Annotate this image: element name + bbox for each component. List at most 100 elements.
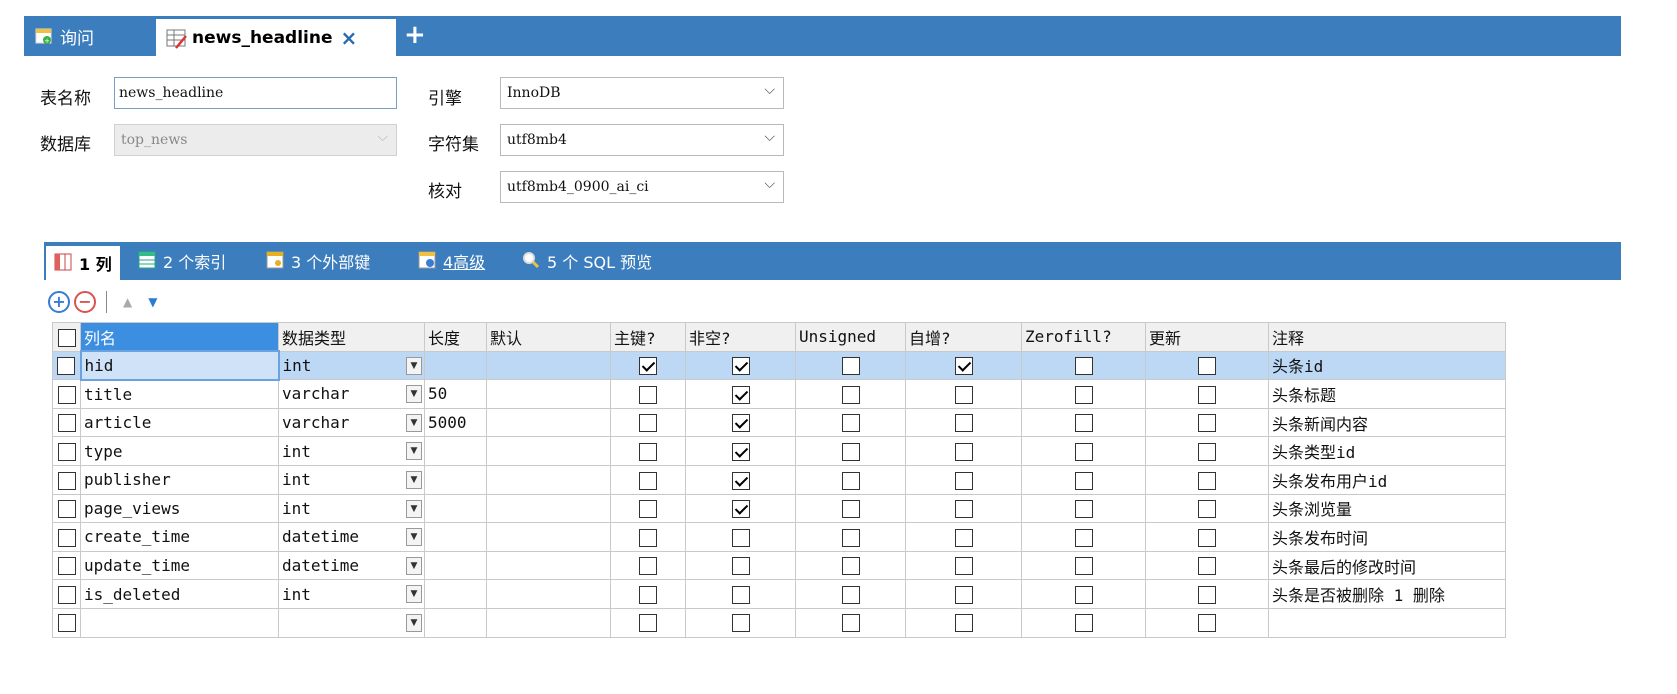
- column-name-cell[interactable]: create_time: [80, 522, 279, 552]
- pk-checkbox[interactable]: [610, 493, 686, 524]
- on-update-checkbox[interactable]: [1145, 550, 1269, 581]
- unsigned-checkbox[interactable]: [795, 379, 906, 409]
- not-null-checkbox[interactable]: [685, 522, 796, 552]
- not-null-checkbox[interactable]: [685, 579, 796, 609]
- unsigned-checkbox[interactable]: [795, 579, 906, 609]
- header-name[interactable]: 列名: [80, 322, 279, 352]
- column-name-cell[interactable]: page_views: [80, 493, 279, 524]
- unsigned-checkbox[interactable]: [795, 407, 906, 438]
- auto-inc-checkbox[interactable]: [905, 350, 1022, 381]
- table-row[interactable]: create_time datetime ▼ 头条发布时间: [52, 522, 1506, 552]
- table-row[interactable]: article varchar ▼ 5000 头条新闻内容: [52, 407, 1506, 438]
- length-cell[interactable]: 50: [424, 379, 487, 409]
- row-select-checkbox[interactable]: [52, 464, 81, 495]
- data-type-cell[interactable]: int ▼: [278, 579, 425, 609]
- engine-select[interactable]: InnoDB ⌵: [500, 77, 784, 109]
- data-type-cell[interactable]: int ▼: [278, 350, 425, 381]
- add-tab-button[interactable]: +: [404, 20, 426, 50]
- default-cell[interactable]: [486, 407, 611, 438]
- unsigned-checkbox[interactable]: [795, 350, 906, 381]
- on-update-checkbox[interactable]: [1145, 379, 1269, 409]
- data-type-cell[interactable]: int ▼: [278, 436, 425, 466]
- collation-select[interactable]: utf8mb4_0900_ai_ci ⌵: [500, 171, 784, 203]
- auto-inc-checkbox[interactable]: [905, 607, 1022, 638]
- not-null-checkbox[interactable]: [685, 550, 796, 581]
- data-type-cell[interactable]: datetime ▼: [278, 550, 425, 581]
- on-update-checkbox[interactable]: [1145, 493, 1269, 524]
- length-cell[interactable]: [424, 350, 487, 381]
- header-default[interactable]: 默认: [486, 322, 611, 352]
- table-row[interactable]: ▼: [52, 607, 1506, 638]
- not-null-checkbox[interactable]: [685, 464, 796, 495]
- header-comment[interactable]: 注释: [1268, 322, 1506, 352]
- chevron-down-icon[interactable]: ▼: [406, 556, 422, 575]
- comment-cell[interactable]: [1268, 607, 1506, 638]
- chevron-down-icon[interactable]: ▼: [406, 442, 422, 461]
- row-select-checkbox[interactable]: [52, 579, 81, 609]
- pk-checkbox[interactable]: [610, 350, 686, 381]
- table-row[interactable]: type int ▼ 头条类型id: [52, 436, 1506, 466]
- tab-news-headline[interactable]: news_headline ×: [156, 19, 396, 56]
- row-select-checkbox[interactable]: [52, 550, 81, 581]
- header-type[interactable]: 数据类型: [278, 322, 425, 352]
- header-unsigned[interactable]: Unsigned: [795, 322, 906, 352]
- length-cell[interactable]: [424, 579, 487, 609]
- chevron-down-icon[interactable]: ▼: [406, 356, 422, 375]
- comment-cell[interactable]: 头条id: [1268, 350, 1506, 381]
- unsigned-checkbox[interactable]: [795, 522, 906, 552]
- pk-checkbox[interactable]: [610, 407, 686, 438]
- unsigned-checkbox[interactable]: [795, 464, 906, 495]
- row-select-checkbox[interactable]: [52, 379, 81, 409]
- data-type-cell[interactable]: ▼: [278, 607, 425, 638]
- default-cell[interactable]: [486, 350, 611, 381]
- row-select-checkbox[interactable]: [52, 493, 81, 524]
- length-cell[interactable]: [424, 464, 487, 495]
- unsigned-checkbox[interactable]: [795, 436, 906, 466]
- column-name-cell[interactable]: title: [80, 379, 279, 409]
- chevron-down-icon[interactable]: ▼: [406, 470, 422, 489]
- default-cell[interactable]: [486, 550, 611, 581]
- zerofill-checkbox[interactable]: [1021, 350, 1146, 381]
- unsigned-checkbox[interactable]: [795, 550, 906, 581]
- row-select-checkbox[interactable]: [52, 350, 81, 381]
- not-null-checkbox[interactable]: [685, 350, 796, 381]
- comment-cell[interactable]: 头条标题: [1268, 379, 1506, 409]
- header-not-null[interactable]: 非空?: [685, 322, 796, 352]
- on-update-checkbox[interactable]: [1145, 407, 1269, 438]
- row-select-checkbox[interactable]: [52, 407, 81, 438]
- on-update-checkbox[interactable]: [1145, 579, 1269, 609]
- length-cell[interactable]: 5000: [424, 407, 487, 438]
- column-name-cell[interactable]: update_time: [80, 550, 279, 581]
- tab-query[interactable]: + 询问: [34, 16, 94, 56]
- default-cell[interactable]: [486, 464, 611, 495]
- auto-inc-checkbox[interactable]: [905, 579, 1022, 609]
- chevron-down-icon[interactable]: ▼: [406, 613, 422, 632]
- data-type-cell[interactable]: int ▼: [278, 493, 425, 524]
- tab-indexes[interactable]: 2 个索引: [138, 242, 226, 280]
- auto-inc-checkbox[interactable]: [905, 407, 1022, 438]
- on-update-checkbox[interactable]: [1145, 522, 1269, 552]
- tab-foreign-keys[interactable]: 3 个外部键: [266, 242, 370, 280]
- table-row[interactable]: update_time datetime ▼ 头条最后的修改时间: [52, 550, 1506, 581]
- length-cell[interactable]: [424, 607, 487, 638]
- pk-checkbox[interactable]: [610, 379, 686, 409]
- header-auto-increment[interactable]: 自增?: [905, 322, 1022, 352]
- data-type-cell[interactable]: int ▼: [278, 464, 425, 495]
- close-icon[interactable]: ×: [341, 26, 358, 50]
- not-null-checkbox[interactable]: [685, 407, 796, 438]
- move-down-icon[interactable]: ▼: [148, 295, 157, 309]
- column-name-cell[interactable]: type: [80, 436, 279, 466]
- comment-cell[interactable]: 头条是否被删除 1 删除: [1268, 579, 1506, 609]
- column-name-cell[interactable]: [80, 607, 279, 638]
- header-zerofill[interactable]: Zerofill?: [1021, 322, 1146, 352]
- table-row[interactable]: page_views int ▼ 头条浏览量: [52, 493, 1506, 524]
- move-up-icon[interactable]: ▲: [123, 295, 132, 309]
- table-row[interactable]: is_deleted int ▼ 头条是否被删除 1 删除: [52, 579, 1506, 609]
- column-name-cell[interactable]: article: [80, 407, 279, 438]
- not-null-checkbox[interactable]: [685, 607, 796, 638]
- tab-sql-preview[interactable]: 5 个 SQL 预览: [522, 242, 652, 280]
- default-cell[interactable]: [486, 493, 611, 524]
- zerofill-checkbox[interactable]: [1021, 379, 1146, 409]
- tab-columns[interactable]: 1 列: [46, 246, 120, 280]
- tab-advanced[interactable]: 4高级: [418, 242, 485, 280]
